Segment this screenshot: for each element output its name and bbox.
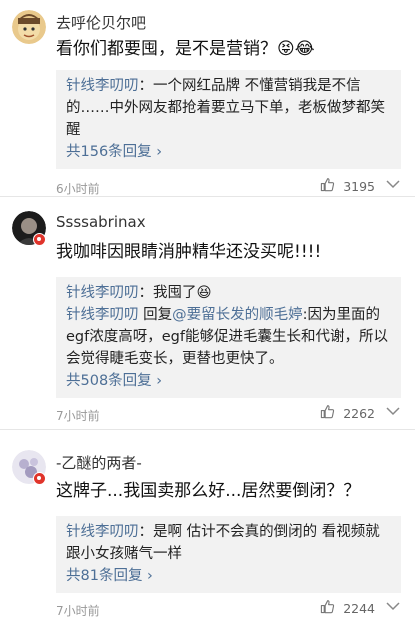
comment-item: 去呼伦贝尔吧 看你们都要囤，是不是营销？😝😂 针线李叨叨：一个网红品牌 不懂营销…: [0, 0, 415, 197]
like-count: 2262: [343, 406, 375, 421]
comment-item: -乙醚的两者- 这牌子...我国卖那么好...居然要倒闭？？ 针线李叨叨：是啊 …: [0, 430, 415, 624]
comment-time: 7小时前: [56, 409, 100, 423]
comment-text: 我咖啡因眼睛消肿精华还没买呢!!!!: [56, 242, 322, 262]
verified-badge-icon: [33, 472, 46, 485]
more-options-icon[interactable]: [385, 404, 401, 420]
reply-line: 针线李叨叨 回复@要留长发的顺毛婷:因为里面的egf浓度高呀，egf能够促进毛囊…: [66, 304, 391, 370]
more-options-icon[interactable]: [385, 599, 401, 615]
thumbs-up-icon[interactable]: [320, 404, 335, 419]
reply-line: 针线李叨叨：一个网红品牌 不懂营销我是不信的……中外网友都抢着要立马下单，老板做…: [66, 75, 391, 141]
reply-author[interactable]: 针线李叨叨: [66, 285, 139, 301]
comment-text: 看你们都要囤，是不是营销？😝😂: [56, 39, 315, 59]
reply-text: 我囤了😆: [153, 285, 212, 301]
more-options-icon[interactable]: [385, 177, 401, 193]
reply-separator: ：: [138, 78, 154, 94]
reply-author[interactable]: 针线李叨叨: [66, 78, 139, 94]
like-count: 2244: [343, 601, 375, 616]
reply-line: 针线李叨叨：我囤了😆: [66, 282, 391, 304]
comment-time: 6小时前: [56, 182, 100, 196]
comment-username[interactable]: 去呼伦贝尔吧: [56, 12, 146, 33]
comment-item: Ssssabrinax 我咖啡因眼睛消肿精华还没买呢!!!! 针线李叨叨：我囤了…: [0, 197, 415, 430]
reply-author[interactable]: 针线李叨叨: [66, 307, 139, 323]
reply-separator: ：: [138, 285, 154, 301]
thumbs-up-icon[interactable]: [320, 177, 335, 192]
view-replies-link[interactable]: 共156条回复 ›: [66, 141, 391, 163]
reply-box[interactable]: 针线李叨叨：我囤了😆 针线李叨叨 回复@要留长发的顺毛婷:因为里面的egf浓度高…: [56, 277, 401, 398]
reply-mention[interactable]: @要留长发的顺毛婷: [172, 307, 303, 323]
reply-separator: ：: [138, 524, 154, 540]
reply-box[interactable]: 针线李叨叨：是啊 估计不会真的倒闭的 看视频就跟小女孩赌气一样 共81条回复 ›: [56, 516, 401, 593]
reply-line: 针线李叨叨：是啊 估计不会真的倒闭的 看视频就跟小女孩赌气一样: [66, 521, 391, 565]
view-replies-link[interactable]: 共508条回复 ›: [66, 370, 391, 392]
reply-box[interactable]: 针线李叨叨：一个网红品牌 不懂营销我是不信的……中外网友都抢着要立马下单，老板做…: [56, 70, 401, 169]
comment-time: 7小时前: [56, 604, 100, 618]
reply-separator: 回复: [138, 307, 173, 323]
thumbs-up-icon[interactable]: [320, 599, 335, 614]
comment-username[interactable]: -乙醚的两者-: [56, 452, 142, 473]
avatar[interactable]: [12, 10, 46, 44]
reply-author[interactable]: 针线李叨叨: [66, 524, 139, 540]
comment-text: 这牌子...我国卖那么好...居然要倒闭？？: [56, 481, 361, 501]
like-count: 3195: [343, 179, 375, 194]
verified-badge-icon: [33, 233, 46, 246]
comment-username[interactable]: Ssssabrinax: [56, 213, 146, 231]
view-replies-link[interactable]: 共81条回复 ›: [66, 565, 391, 587]
